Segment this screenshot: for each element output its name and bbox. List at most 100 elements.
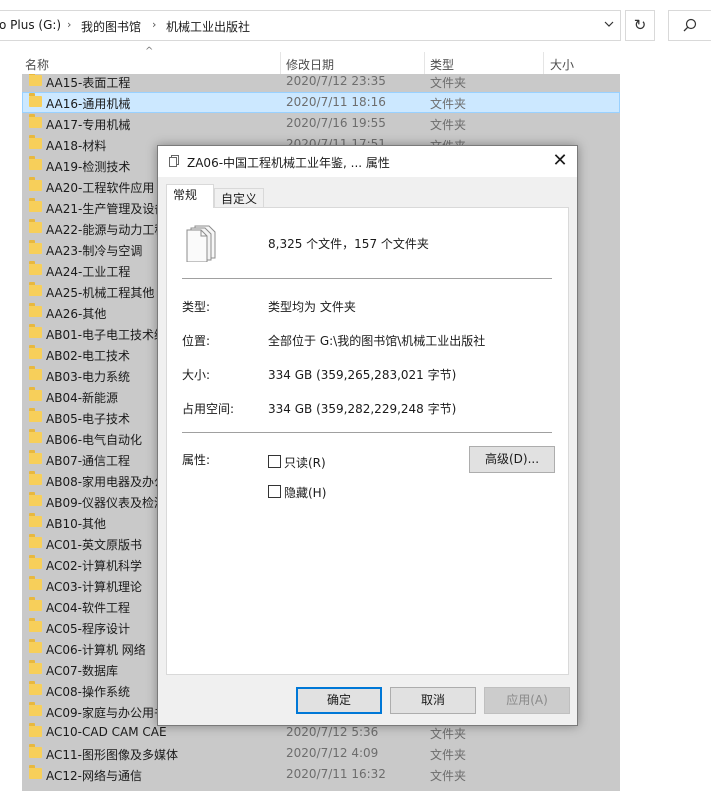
file-name: AC09-家庭与办公用书	[46, 706, 166, 720]
folder-icon	[29, 74, 42, 86]
file-type: 文件夹	[430, 118, 467, 132]
file-name: AA15-表面工程	[46, 76, 131, 90]
file-name: AC01-英文原版书	[46, 538, 142, 552]
column-date-header[interactable]: 修改日期	[286, 56, 334, 73]
folder-icon	[29, 366, 42, 380]
readonly-checkbox[interactable]	[268, 455, 281, 468]
folder-icon	[29, 597, 42, 611]
folder-icon	[29, 429, 42, 443]
file-name: AA18-材料	[46, 139, 107, 153]
column-divider[interactable]	[424, 52, 425, 74]
search-input[interactable]	[668, 10, 711, 41]
folder-icon	[29, 282, 42, 296]
properties-dialog: ZA06-中国工程机械工业年鉴, ... 属性 ✕ 常规 自定义 8,325 个…	[157, 145, 578, 726]
cancel-button[interactable]: 取消	[390, 687, 476, 714]
folder-icon	[29, 618, 42, 632]
folder-icon	[29, 450, 42, 464]
address-bar[interactable]: o Plus (G:) › 我的图书馆 › 机械工业出版社	[0, 10, 621, 41]
folder-icon	[29, 240, 42, 254]
file-name: AC05-程序设计	[46, 622, 130, 636]
disk-size-label: 占用空间:	[182, 402, 235, 416]
breadcrumb-chevron-icon[interactable]: ›	[67, 18, 71, 31]
folder-icon	[29, 135, 42, 149]
file-name: AA25-机械工程其他	[46, 286, 155, 300]
file-type: 文件夹	[430, 748, 467, 762]
folder-icon	[29, 765, 42, 779]
folder-icon	[29, 660, 42, 674]
column-size-header[interactable]: 大小	[550, 56, 574, 73]
file-name: AA22-能源与动力工程	[46, 223, 167, 237]
column-name-header[interactable]: 名称	[25, 56, 49, 73]
folder-icon	[29, 387, 42, 401]
file-type: 文件夹	[430, 727, 467, 741]
file-name: AC08-操作系统	[46, 685, 130, 699]
modified-date: 2020/7/11 18:16	[286, 95, 386, 109]
folder-icon	[29, 324, 42, 338]
file-name: AB04-新能源	[46, 391, 119, 405]
column-divider[interactable]	[543, 52, 544, 74]
apply-button[interactable]: 应用(A)	[484, 687, 570, 714]
file-name: AA26-其他	[46, 307, 107, 321]
sort-ascending-icon: ^	[145, 46, 154, 57]
refresh-button[interactable]: ↻	[625, 10, 655, 41]
list-item[interactable]: AC12-网络与通信 2020/7/11 16:32 文件夹	[22, 764, 620, 785]
folder-icon	[29, 156, 42, 170]
list-item[interactable]: AA17-专用机械 2020/7/16 19:55 文件夹	[22, 113, 620, 134]
hidden-label[interactable]: 隐藏(H)	[284, 484, 326, 501]
ok-button[interactable]: 确定	[296, 687, 382, 714]
disk-size-value: 334 GB (359,282,229,248 字节)	[268, 402, 457, 416]
location-value: 全部位于 G:\我的图书馆\机械工业出版社	[268, 334, 486, 348]
folder-icon	[29, 345, 42, 359]
breadcrumb-library[interactable]: 我的图书馆	[81, 18, 141, 35]
folder-icon	[29, 303, 42, 317]
close-icon: ✕	[552, 150, 568, 171]
attributes-label: 属性:	[182, 453, 211, 467]
file-name: AC12-网络与通信	[46, 769, 142, 783]
breadcrumb-publisher[interactable]: 机械工业出版社	[166, 18, 250, 35]
list-item[interactable]: AA16-通用机械 2020/7/11 18:16 文件夹	[22, 92, 620, 113]
file-name: AB08-家用电器及办公	[46, 475, 167, 489]
file-name: AB09-仪器仪表及检测	[46, 496, 167, 510]
file-name: AB10-其他	[46, 517, 107, 531]
chevron-down-icon[interactable]	[604, 19, 614, 29]
file-name: AC02-计算机科学	[46, 559, 142, 573]
folder-icon	[29, 114, 42, 128]
size-value: 334 GB (359,265,283,021 字节)	[268, 368, 457, 382]
files-icon	[169, 155, 179, 167]
file-type: 文件夹	[430, 97, 467, 111]
file-name: AB02-电工技术	[46, 349, 131, 363]
divider	[182, 432, 552, 433]
folder-icon	[29, 639, 42, 653]
modified-date: 2020/7/12 4:09	[286, 746, 379, 760]
breadcrumb-drive[interactable]: o Plus (G:)	[0, 18, 61, 32]
folder-icon	[29, 744, 42, 758]
list-item[interactable]: AA15-表面工程 2020/7/12 23:35 文件夹	[22, 74, 620, 92]
search-icon	[683, 18, 697, 32]
file-name: AB07-通信工程	[46, 454, 131, 468]
file-name: AA24-工业工程	[46, 265, 131, 279]
refresh-icon: ↻	[633, 16, 647, 34]
file-name: AC06-计算机 网络	[46, 643, 146, 657]
folder-icon	[29, 93, 42, 107]
empty-area	[620, 74, 711, 791]
file-type: 文件夹	[430, 769, 467, 783]
folder-icon	[29, 534, 42, 548]
readonly-label[interactable]: 只读(R)	[284, 454, 326, 471]
file-name: AC10-CAD CAM CAE	[46, 725, 167, 739]
column-type-header[interactable]: 类型	[430, 56, 454, 73]
advanced-button[interactable]: 高级(D)...	[469, 446, 555, 473]
tab-general[interactable]: 常规	[166, 184, 214, 208]
breadcrumb-chevron-icon[interactable]: ›	[152, 18, 156, 31]
folder-icon	[29, 702, 42, 716]
type-label: 类型:	[182, 300, 211, 314]
close-button[interactable]: ✕	[543, 146, 577, 177]
location-label: 位置:	[182, 334, 211, 348]
file-name: AA23-制冷与空调	[46, 244, 143, 258]
dialog-titlebar[interactable]: ZA06-中国工程机械工业年鉴, ... 属性 ✕	[158, 146, 577, 177]
type-value: 类型均为 文件夹	[268, 300, 356, 314]
size-label: 大小:	[182, 368, 211, 382]
file-type: 文件夹	[430, 76, 467, 90]
list-item[interactable]: AC11-图形图像及多媒体 2020/7/12 4:09 文件夹	[22, 743, 620, 764]
hidden-checkbox[interactable]	[268, 485, 281, 498]
column-divider[interactable]	[280, 52, 281, 74]
